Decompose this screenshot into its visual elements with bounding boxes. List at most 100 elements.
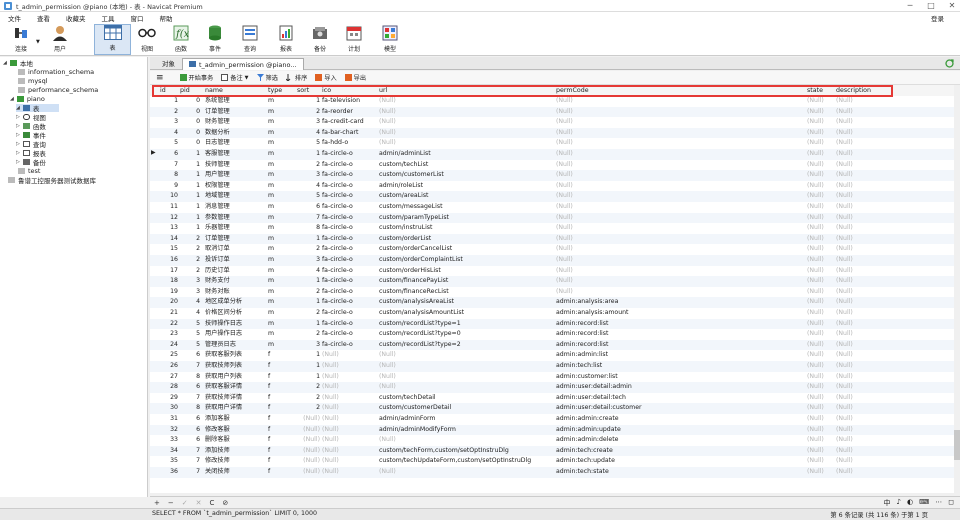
cell-type[interactable]: m — [268, 266, 274, 277]
cell-type[interactable]: f — [268, 403, 270, 414]
function-button[interactable]: f(x) 函数 — [169, 24, 193, 55]
cell-url[interactable]: custom/techForm,custom/setOptInstruDlg — [379, 446, 509, 457]
maximize-button[interactable]: □ — [925, 1, 937, 11]
cell-state[interactable]: (Null) — [807, 213, 824, 224]
cell-description[interactable]: (Null) — [836, 414, 853, 425]
cell-sort[interactable]: 7 — [300, 213, 320, 224]
cell-sort[interactable]: 4 — [300, 181, 320, 192]
connect-button[interactable]: 连接 — [6, 24, 36, 55]
cell-description[interactable]: (Null) — [836, 393, 853, 404]
cell-description[interactable]: (Null) — [836, 425, 853, 436]
cell-url[interactable]: custom/customerList — [379, 170, 444, 181]
cell-description[interactable]: (Null) — [836, 117, 853, 128]
cell-id[interactable]: 13 — [158, 223, 178, 234]
cell-id[interactable]: 25 — [158, 350, 178, 361]
cell-sort[interactable]: 2 — [300, 308, 320, 319]
cell-url[interactable]: custom/financeRecList — [379, 287, 449, 298]
cell-sort[interactable]: 6 — [300, 202, 320, 213]
cell-name[interactable]: 技师操作日志 — [205, 319, 242, 330]
cell-sort[interactable]: 2 — [300, 107, 320, 118]
table-row[interactable]: 13 1 乐器管理 m 8 fa-circle-o custom/instruList (Nu… — [150, 223, 960, 234]
cell-url[interactable]: (Null) — [379, 117, 396, 128]
cell-sort[interactable]: (Null) — [300, 456, 320, 467]
cell-ico[interactable]: fa-circle-o — [322, 202, 353, 213]
cell-type[interactable]: m — [268, 138, 274, 149]
cell-sort[interactable]: 3 — [300, 340, 320, 351]
cell-permcode[interactable]: (Null) — [556, 255, 573, 266]
cell-type[interactable]: m — [268, 276, 274, 287]
cell-type[interactable]: m — [268, 202, 274, 213]
cell-state[interactable]: (Null) — [807, 266, 824, 277]
cell-pid[interactable]: 7 — [182, 456, 200, 467]
table-row[interactable]: 22 5 技师操作日志 m 1 fa-circle-o custom/recordList?… — [150, 318, 960, 330]
cell-url[interactable]: custom/orderList — [379, 234, 431, 245]
cell-url[interactable]: admin/adminModifyForm — [379, 425, 456, 436]
begin-transaction-button[interactable]: 开始事务 — [179, 73, 213, 82]
cell-pid[interactable]: 5 — [182, 340, 200, 351]
cell-pid[interactable]: 7 — [182, 467, 200, 478]
table-row[interactable]: 17 2 历史订单 m 4 fa-circle-o custom/orderHisList (… — [150, 266, 960, 277]
cell-ico[interactable]: (Null) — [322, 382, 339, 393]
cell-name[interactable]: 获取用户详情 — [205, 403, 242, 414]
cell-pid[interactable]: 1 — [182, 223, 200, 234]
cell-ico[interactable]: (Null) — [322, 467, 339, 478]
cell-permcode[interactable]: admin:tech:update — [556, 456, 615, 467]
cell-permcode[interactable]: (Null) — [556, 181, 573, 192]
refresh-icon[interactable] — [945, 59, 954, 68]
cell-url[interactable]: custom/techUpdateForm,custom/setOptInstr… — [379, 456, 531, 467]
cell-name[interactable]: 权限管理 — [205, 181, 230, 192]
cell-url[interactable]: custom/orderHisList — [379, 266, 441, 277]
cell-description[interactable]: (Null) — [836, 234, 853, 245]
connect-dropdown-icon[interactable]: ▼ — [36, 39, 40, 45]
cell-type[interactable]: m — [268, 160, 274, 171]
cell-permcode[interactable]: admin:tech:list — [556, 361, 602, 372]
expand-triangle-icon[interactable]: ▷ — [16, 114, 20, 120]
cell-description[interactable]: (Null) — [836, 213, 853, 224]
cell-id[interactable]: 24 — [158, 340, 178, 351]
tree-node-queries[interactable]: ▷ 查询 — [16, 140, 46, 149]
keyboard-icon[interactable]: ⌨ — [919, 498, 929, 508]
cell-pid[interactable]: 1 — [182, 181, 200, 192]
cell-type[interactable]: f — [268, 393, 270, 404]
login-link[interactable]: 登录 — [931, 13, 944, 23]
cell-ico[interactable]: (Null) — [322, 403, 339, 414]
cell-name[interactable]: 获取技师列表 — [205, 361, 242, 372]
cell-type[interactable]: f — [268, 372, 270, 383]
cell-permcode[interactable]: (Null) — [556, 138, 573, 149]
cell-state[interactable]: (Null) — [807, 96, 824, 107]
cell-name[interactable]: 参数管理 — [205, 213, 230, 224]
cell-pid[interactable]: 7 — [182, 393, 200, 404]
cell-type[interactable]: m — [268, 128, 274, 139]
tree-db-piano[interactable]: ◢ piano — [10, 95, 45, 103]
cell-sort[interactable]: 2 — [300, 160, 320, 171]
cell-permcode[interactable]: admin:analysis:amount — [556, 308, 628, 319]
cell-id[interactable]: 34 — [158, 446, 178, 457]
cell-description[interactable]: (Null) — [836, 297, 853, 308]
cell-sort[interactable]: (Null) — [300, 467, 320, 478]
cell-pid[interactable]: 7 — [182, 446, 200, 457]
cell-sort[interactable]: (Null) — [300, 414, 320, 425]
table-row[interactable]: 24 5 管理员日志 m 3 fa-circle-o custom/recordList?t… — [150, 339, 960, 351]
cell-pid[interactable]: 2 — [182, 266, 200, 277]
cell-state[interactable]: (Null) — [807, 287, 824, 298]
menu-window[interactable]: 窗口 — [123, 13, 152, 23]
tree-node-tables[interactable]: ◢ 表 — [16, 104, 60, 113]
table-row[interactable]: 8 1 用户管理 m 3 fa-circle-o custom/customerList (N… — [150, 170, 960, 181]
tab-objects[interactable]: 对象 — [156, 58, 181, 70]
cell-ico[interactable]: fa-circle-o — [322, 266, 353, 277]
cell-ico[interactable]: fa-circle-o — [322, 297, 353, 308]
cell-type[interactable]: m — [268, 170, 274, 181]
cell-state[interactable]: (Null) — [807, 350, 824, 361]
cell-id[interactable]: 17 — [158, 266, 178, 277]
vertical-scrollbar[interactable] — [954, 85, 960, 493]
cell-id[interactable]: 20 — [158, 297, 178, 308]
expand-triangle-icon[interactable]: ▷ — [16, 132, 20, 138]
cell-pid[interactable]: 6 — [182, 425, 200, 436]
cell-id[interactable]: 10 — [158, 191, 178, 202]
cell-ico[interactable]: fa-television — [322, 96, 360, 107]
cell-ico[interactable]: fa-credit-card — [322, 117, 364, 128]
table-row[interactable]: 5 0 日志管理 m 5 fa-hdd-o (Null) (Null) (Null) (Null) — [150, 138, 960, 149]
minimize-button[interactable]: ─ — [904, 1, 916, 11]
cell-description[interactable]: (Null) — [836, 107, 853, 118]
cell-description[interactable]: (Null) — [836, 372, 853, 383]
